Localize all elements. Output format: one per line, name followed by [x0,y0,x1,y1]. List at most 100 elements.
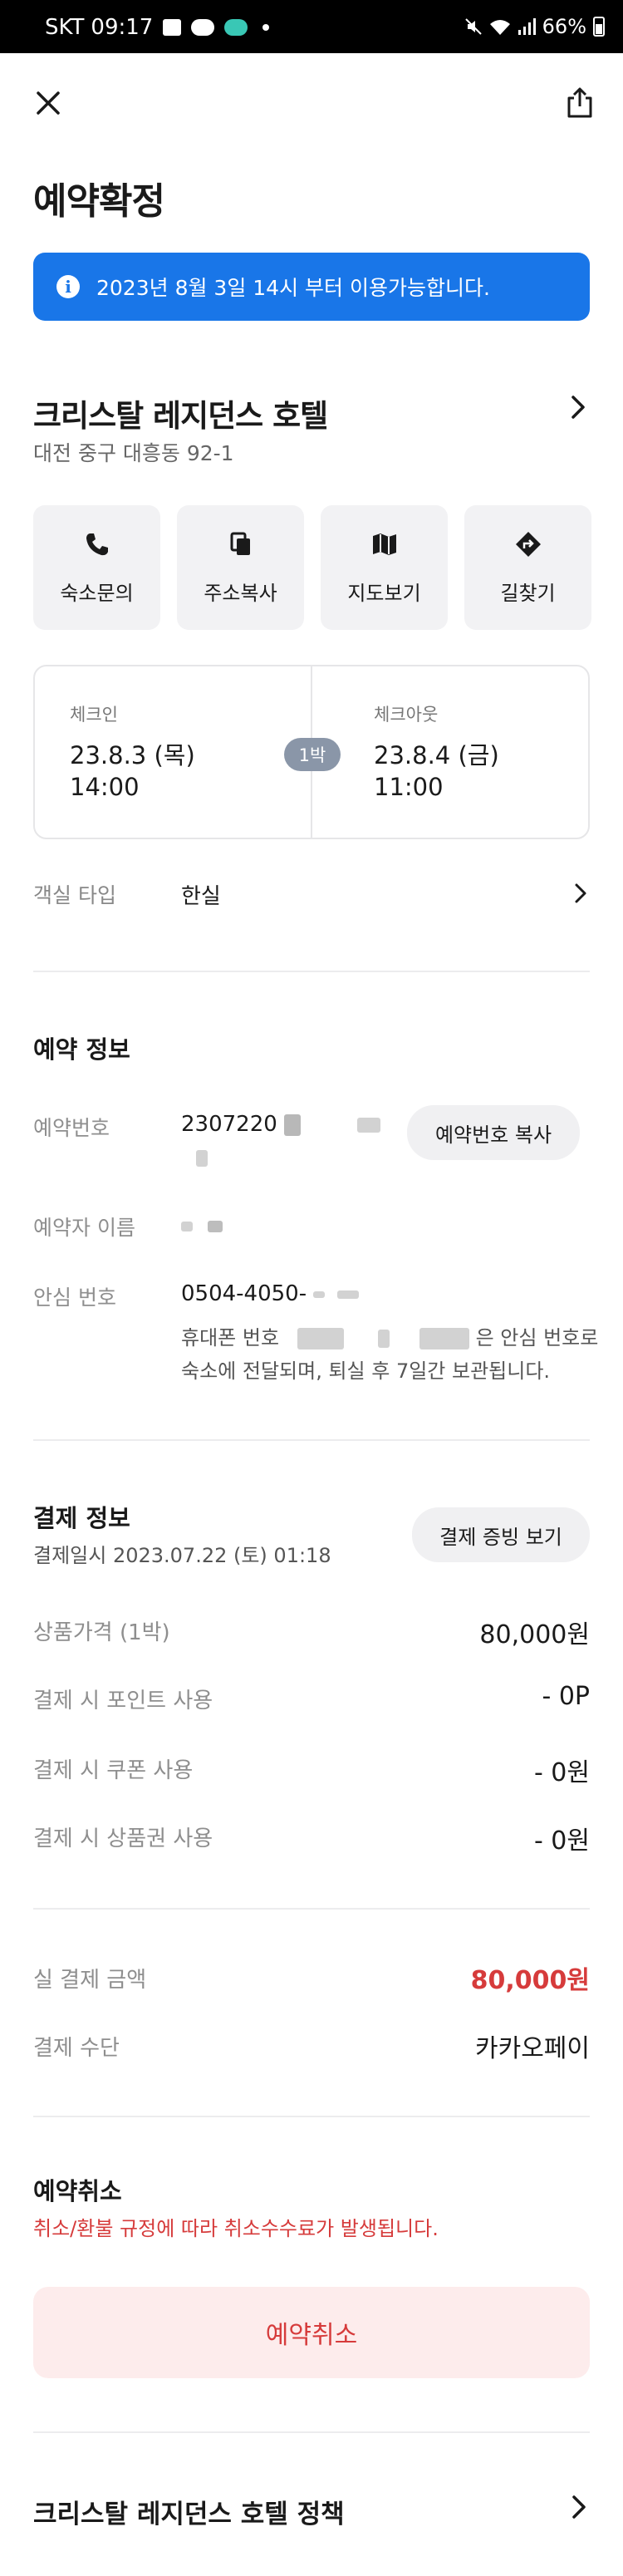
payment-row-label: 결제 시 상품권 사용 [33,1826,213,1851]
chat-notification-icon [191,19,215,36]
battery-icon [593,17,605,37]
payment-row-value: 80,000원 [479,1620,590,1649]
payment-row-value: - 0P [542,1682,590,1711]
reservation-number-text: 2307220 [181,1112,277,1137]
stay-dates-card: 체크인 23.8.3 (목) 14:00 1박 체크아웃 23.8.4 (금) … [33,665,590,839]
clock: 09:17 [91,15,154,40]
room-type-value: 한실 [181,884,221,909]
close-icon [37,91,60,115]
payment-row-label: 결제 시 쿠폰 사용 [33,1758,194,1783]
divider [33,1439,590,1441]
checkout-date: 23.8.4 (금) [374,741,499,769]
close-button[interactable] [23,78,73,128]
copy-address-label: 주소복사 [204,581,277,605]
copy-address-button[interactable]: 주소복사 [177,505,304,630]
payment-row-value: - 0원 [533,1758,590,1787]
safe-number-label: 안심 번호 [33,1286,116,1310]
masked-text [336,1290,359,1299]
total-paid-label: 실 결제 금액 [33,1968,147,1993]
safe-number-value: 0504-4050- [181,1281,359,1306]
masked-text [181,1221,193,1231]
top-bar [0,53,623,153]
copy-reservation-number-button[interactable]: 예약번호 복사 [407,1105,580,1160]
room-type-label: 객실 타입 [33,883,116,907]
checkout-time: 11:00 [374,773,444,801]
directions-button[interactable]: 길찾기 [464,505,591,630]
more-notifications-icon [262,24,270,31]
safe-note-suffix: 은 안심 번호로 [475,1326,599,1349]
masked-text [357,1117,381,1133]
carrier-label: SKT [45,15,85,40]
masked-text [313,1290,326,1298]
page-title: 예약확정 [33,180,165,223]
view-map-label: 지도보기 [347,581,421,605]
room-type-row[interactable]: 객실 타입 한실 [33,874,591,916]
total-paid-value: 80,000원 [470,1966,590,1995]
payment-row-label: 결제 시 포인트 사용 [33,1689,213,1713]
share-icon [567,87,592,118]
masked-text [297,1328,344,1349]
reservation-number-label: 예약번호 [33,1116,110,1140]
masked-text [378,1330,390,1348]
info-icon: i [56,275,80,298]
wifi-icon [489,20,510,35]
reservation-number-value: 2307220 [181,1112,381,1137]
copy-icon [230,532,250,555]
signal-icon [518,18,536,35]
chevron-right-icon[interactable] [562,391,595,424]
phone-icon [86,533,108,555]
chevron-right-icon[interactable] [563,2491,595,2523]
cancel-reservation-button[interactable]: 예약취소 [33,2287,590,2378]
divider [33,2431,590,2433]
hotel-address: 대전 중구 대흥동 92-1 [33,441,234,465]
divider [33,2116,590,2117]
contact-property-label: 숙소문의 [60,581,134,605]
payment-row-value: - 0원 [533,1826,590,1856]
payment-receipt-button[interactable]: 결제 증빙 보기 [412,1507,590,1562]
safe-number-note-line2: 숙소에 전달되며, 퇴실 후 7일간 보관됩니다. [181,1359,551,1383]
divider [33,971,590,972]
map-icon [372,533,396,555]
share-button[interactable] [555,78,605,128]
status-bar: SKT 09:17 66% [0,0,623,53]
masked-text [208,1220,223,1232]
checkin-date: 23.8.3 (목) [70,741,195,769]
safe-note-prefix: 휴대폰 번호 [181,1326,280,1349]
directions-icon [515,531,541,557]
safe-number-text: 0504-4050- [181,1281,307,1306]
checkin-block: 체크인 23.8.3 (목) 14:00 [70,701,195,803]
payment-datetime: 결제일시 2023.07.22 (토) 01:18 [33,1544,331,1567]
cancel-policy-note: 취소/환불 규정에 따라 취소수수료가 발생됩니다. [33,2217,439,2240]
masked-text [196,1150,208,1167]
cloud-notification-icon [224,19,248,36]
availability-notice: i 2023년 8월 3일 14시 부터 이용가능합니다. [33,253,590,321]
nights-badge: 1박 [284,738,341,771]
booker-name-value [181,1213,223,1238]
gallery-notification-icon [163,19,182,36]
safe-number-note-line1: 휴대폰 번호 은 안심 번호로 [181,1321,598,1350]
payment-method-label: 결제 수단 [33,2036,120,2061]
divider [33,1908,590,1910]
quick-actions: 숙소문의 주소복사 지도보기 길찾기 [33,505,591,630]
reservation-info-title: 예약 정보 [33,1035,130,1064]
payment-method-value: 카카오페이 [475,2034,590,2063]
checkout-block: 체크아웃 23.8.4 (금) 11:00 [374,701,499,803]
view-map-button[interactable]: 지도보기 [321,505,448,630]
availability-notice-text: 2023년 8월 3일 14시 부터 이용가능합니다. [96,276,490,300]
checkin-label: 체크인 [70,705,118,725]
payment-row-label: 상품가격 (1박) [33,1620,170,1645]
payment-info-title: 결제 정보 [33,1504,130,1532]
masked-text [419,1328,469,1349]
battery-percent: 66% [542,15,586,38]
hotel-policy-link[interactable]: 크리스탈 레지던스 호텔 정책 [33,2493,345,2530]
checkout-label: 체크아웃 [374,705,439,725]
masked-text [284,1113,302,1136]
mute-icon [464,18,482,35]
checkin-time: 14:00 [70,773,140,801]
chevron-right-icon [575,883,586,903]
booker-name-label: 예약자 이름 [33,1216,135,1240]
cancel-section-title: 예약취소 [33,2177,122,2205]
contact-property-button[interactable]: 숙소문의 [33,505,160,630]
hotel-name[interactable]: 크리스탈 레지던스 호텔 [33,391,328,435]
directions-label: 길찾기 [500,581,556,605]
